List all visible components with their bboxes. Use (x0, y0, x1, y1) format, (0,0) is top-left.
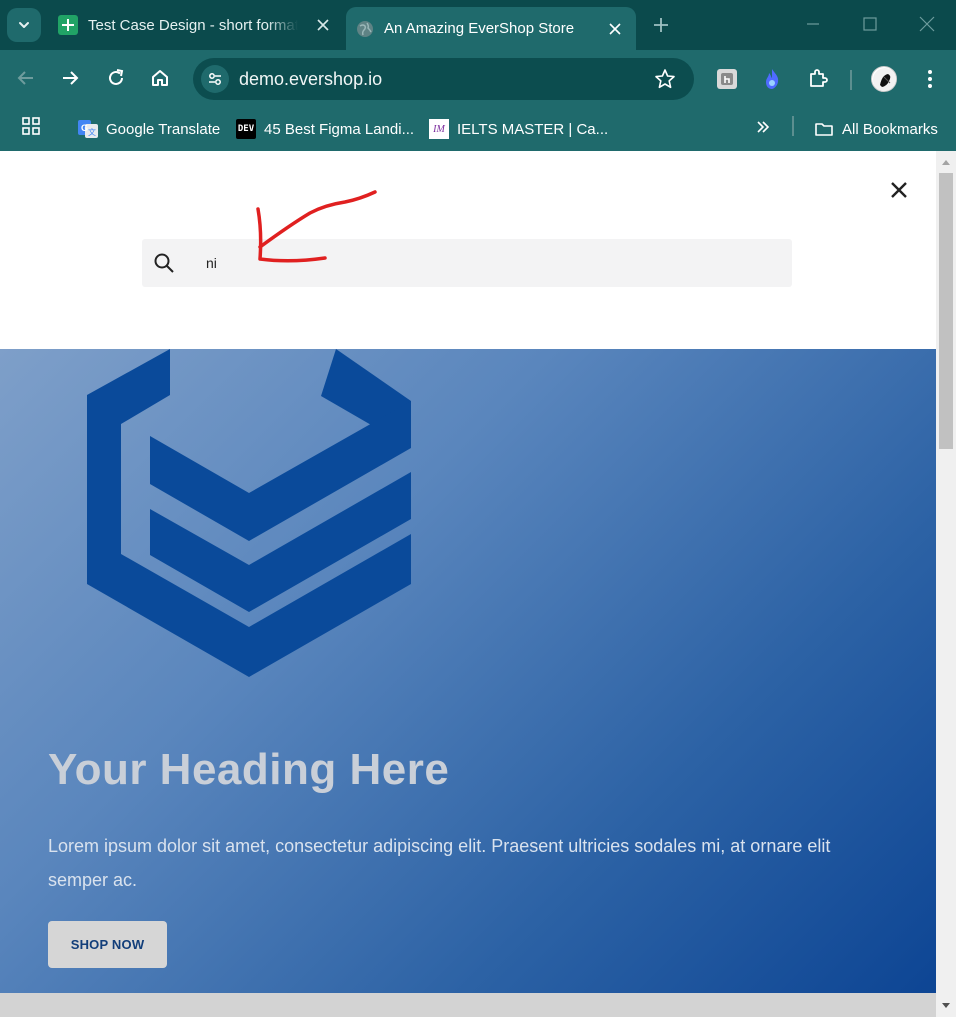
bookmarks-separator (792, 116, 794, 136)
bookmark-figma-landing[interactable]: DEV 45 Best Figma Landi... (236, 116, 414, 142)
chevron-down-icon (19, 22, 29, 28)
hero-heading: Your Heading Here (48, 745, 450, 794)
bookmark-google-translate[interactable]: G文 Google Translate (78, 116, 220, 142)
site-info-button[interactable] (201, 65, 229, 93)
bookmark-ielts-master[interactable]: IM IELTS MASTER | Ca... (429, 116, 608, 142)
close-tab-icon[interactable] (316, 18, 330, 32)
page-scrollbar[interactable] (936, 151, 956, 1017)
bookmark-star-icon[interactable] (654, 68, 676, 90)
back-arrow-icon[interactable] (15, 67, 37, 89)
ielts-master-icon: IM (429, 119, 449, 139)
extensions-puzzle-icon[interactable] (806, 67, 830, 91)
profile-avatar[interactable] (871, 66, 897, 92)
more-menu-icon[interactable] (920, 68, 940, 90)
scroll-down-arrow-icon[interactable] (941, 1002, 951, 1010)
tab-title: An Amazing EverShop Store (384, 20, 575, 37)
browser-window: Test Case Design - short format An Amazi… (0, 0, 956, 1017)
all-bookmarks-button[interactable]: All Bookmarks (814, 116, 938, 142)
bookmark-label: Google Translate (106, 120, 221, 138)
page-content: Your Heading Here Lorem ipsum dolor sit … (0, 151, 936, 1017)
close-window-icon[interactable] (918, 15, 936, 33)
google-translate-icon: G文 (78, 120, 98, 138)
apps-grid-icon[interactable] (21, 116, 41, 136)
address-bar[interactable]: demo.evershop.io (193, 58, 694, 100)
sheets-icon (58, 15, 78, 35)
url-text: demo.evershop.io (239, 69, 383, 89)
evershop-logo (87, 349, 411, 677)
svg-text:文: 文 (88, 127, 96, 137)
search-box[interactable] (142, 239, 792, 287)
reload-icon[interactable] (105, 67, 127, 89)
next-section (0, 993, 936, 1017)
avatar-icon (873, 68, 896, 91)
home-icon[interactable] (149, 67, 171, 89)
forward-arrow-icon[interactable] (59, 67, 81, 89)
tab-strip: Test Case Design - short format An Amazi… (0, 0, 956, 50)
more-bookmarks-chevron-icon[interactable] (755, 119, 771, 135)
tab-evershop-store[interactable]: An Amazing EverShop Store (346, 7, 636, 50)
minimize-icon[interactable] (804, 15, 822, 33)
toolbar-separator (850, 70, 852, 90)
globe-icon (357, 20, 373, 37)
maximize-icon[interactable] (861, 15, 879, 33)
bookmark-label: 45 Best Figma Landi... (264, 120, 415, 138)
browser-toolbar: demo.evershop.io (0, 50, 956, 108)
tab-title: Test Case Design - short format (88, 16, 298, 34)
tab-search-button[interactable] (7, 8, 41, 42)
all-bookmarks-label: All Bookmarks (842, 120, 938, 138)
scroll-up-arrow-icon[interactable] (941, 158, 951, 166)
extension-flame-icon[interactable] (760, 67, 784, 91)
tune-icon (209, 73, 221, 85)
tab-test-case-design[interactable]: Test Case Design - short format (46, 7, 344, 43)
new-tab-icon[interactable] (650, 14, 672, 36)
hero-banner: Your Heading Here Lorem ipsum dolor sit … (0, 349, 936, 993)
red-arrow-annotation (256, 190, 377, 263)
shop-now-button[interactable]: SHOP NOW (48, 921, 167, 968)
dev-icon: DEV (236, 119, 256, 139)
search-icon (154, 253, 174, 273)
bookmark-label: IELTS MASTER | Ca... (457, 120, 609, 138)
close-tab-icon[interactable] (608, 22, 622, 36)
bookmarks-bar: G文 Google Translate DEV 45 Best Figma La… (0, 108, 956, 151)
close-search-icon[interactable] (888, 179, 910, 201)
hero-text: Lorem ipsum dolor sit amet, consectetur … (48, 836, 831, 890)
scrollbar-thumb[interactable] (939, 173, 953, 449)
extension-touch-icon[interactable] (715, 67, 739, 91)
folder-icon (815, 123, 833, 136)
svg-text:G: G (81, 123, 88, 133)
